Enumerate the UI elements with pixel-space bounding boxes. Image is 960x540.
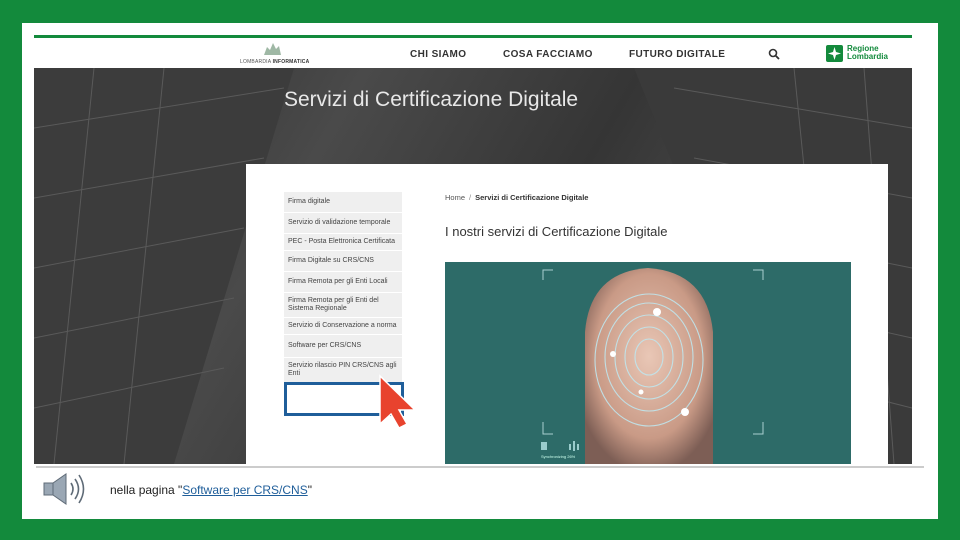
divider xyxy=(36,466,924,468)
caption-text: nella pagina "Software per CRS/CNS" xyxy=(110,483,312,497)
image-overlay-text: Synchronizing 26% xyxy=(541,454,576,459)
sidebar-item-firma-remota-sistema-regionale[interactable]: Firma Remota per gli Enti del Sistema Re… xyxy=(284,293,402,318)
regione-emblem-icon xyxy=(826,45,843,62)
pointer-cursor-icon xyxy=(379,374,417,429)
sidebar-item-firma-crs-cns[interactable]: Firma Digitale su CRS/CNS xyxy=(284,251,402,272)
nav-cosa-facciamo[interactable]: COSA FACCIAMO xyxy=(503,49,593,60)
sidebar-item-firma-remota-enti-locali[interactable]: Firma Remota per gli Enti Locali xyxy=(284,272,402,293)
hero-title: Servizi di Certificazione Digitale xyxy=(284,88,579,111)
hero-banner: Servizi di Certificazione Digitale Firma… xyxy=(34,68,912,464)
lombardia-informatica-logo[interactable]: LOMBARDIA INFORMATICA xyxy=(240,41,310,69)
top-navigation: LOMBARDIA INFORMATICA CHI SIAMO COSA FAC… xyxy=(34,35,912,69)
regione-lombardia-logo[interactable]: Regione Lombardia xyxy=(826,44,896,64)
fingerprint-illustration: Synchronizing 26% xyxy=(445,262,851,464)
content-title: I nostri servizi di Certificazione Digit… xyxy=(445,224,668,239)
breadcrumb-current: Servizi di Certificazione Digitale xyxy=(475,193,589,202)
search-icon[interactable] xyxy=(768,48,780,60)
sidebar-item-software-crs-cns[interactable]: Software per CRS/CNS xyxy=(284,335,402,358)
nav-futuro-digitale[interactable]: FUTURO DIGITALE xyxy=(629,49,725,60)
sidebar-item-conservazione[interactable]: Servizio di Conservazione a norma xyxy=(284,318,402,335)
speaker-icon[interactable] xyxy=(42,472,88,506)
caption-link-software-crs-cns[interactable]: Software per CRS/CNS xyxy=(182,483,307,497)
slide: LOMBARDIA INFORMATICA CHI SIAMO COSA FAC… xyxy=(22,23,938,519)
regione-name: Regione Lombardia xyxy=(847,44,888,61)
sidebar-item-pec[interactable]: PEC - Posta Elettronica Certificata xyxy=(284,234,402,251)
breadcrumb: Home / Servizi di Certificazione Digitale xyxy=(445,193,588,202)
sidebar-item-firma-digitale[interactable]: Firma digitale xyxy=(284,192,402,213)
breadcrumb-separator: / xyxy=(469,193,472,202)
nav-chi-siamo[interactable]: CHI SIAMO xyxy=(410,49,466,60)
content-panel: Firma digitale Servizio di validazione t… xyxy=(246,164,888,464)
fingerprint-image: Synchronizing 26% xyxy=(445,262,851,464)
logo-text: LOMBARDIA INFORMATICA xyxy=(240,59,310,65)
sidebar-menu: Firma digitale Servizio di validazione t… xyxy=(284,192,402,383)
sidebar-item-validazione-temporale[interactable]: Servizio di validazione temporale xyxy=(284,213,402,234)
breadcrumb-home[interactable]: Home xyxy=(445,193,465,202)
logo-mark-icon xyxy=(264,43,281,55)
